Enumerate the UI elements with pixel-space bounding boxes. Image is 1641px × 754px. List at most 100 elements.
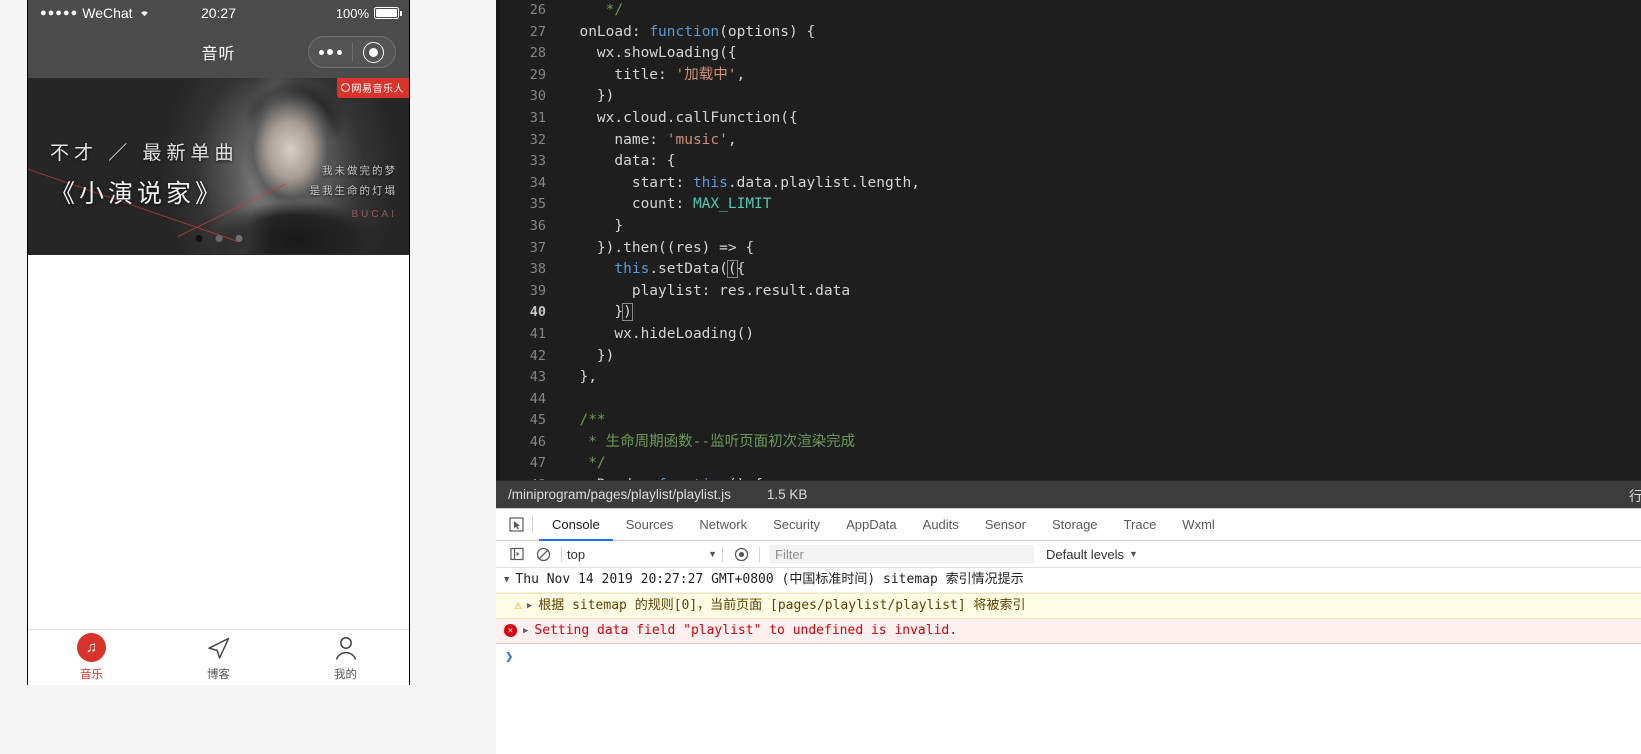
tab-console[interactable]: Console [539, 509, 613, 541]
carousel-dot-2[interactable] [215, 235, 222, 242]
code-line[interactable]: 41 wx.hideLoading() [496, 324, 1641, 346]
cursor-select-icon[interactable] [502, 509, 530, 540]
console-message-group[interactable]: ▼ Thu Nov 14 2019 20:27:27 GMT+0800 (中国标准… [496, 568, 1641, 593]
code-line[interactable]: 38 this.setData(({ [496, 259, 1641, 281]
app-window: ●●●●● WeChat 20:27 100% 音听 网易音乐人 不才 ／ 最新… [0, 0, 1641, 754]
wechat-capsule-button[interactable] [308, 36, 396, 68]
code-text[interactable]: /** [562, 410, 605, 432]
banner-lyric-line-1: 我未做完的梦 [322, 165, 397, 177]
code-line[interactable]: 45 /** [496, 410, 1641, 432]
console-messages-list[interactable]: ▼ Thu Nov 14 2019 20:27:27 GMT+0800 (中国标准… [496, 568, 1641, 644]
code-line[interactable]: 46 * 生命周期函数--监听页面初次渲染完成 [496, 432, 1641, 454]
code-text[interactable]: onLoad: function(options) { [562, 22, 815, 44]
code-text[interactable]: this.setData(({ [562, 259, 745, 281]
code-line[interactable]: 27 onLoad: function(options) { [496, 22, 1641, 44]
console-message-err[interactable]: ✕ ▶ Setting data field "playlist" to undef… [496, 619, 1641, 644]
code-line[interactable]: 28 wx.showLoading({ [496, 43, 1641, 65]
code-line[interactable]: 42 }) [496, 346, 1641, 368]
code-text[interactable]: }).then((res) => { [562, 238, 754, 260]
code-text[interactable]: }) [562, 302, 633, 324]
tab-trace[interactable]: Trace [1111, 509, 1170, 541]
code-text[interactable]: wx.cloud.callFunction({ [562, 108, 798, 130]
code-text[interactable]: data: { [562, 151, 675, 173]
more-dots-icon[interactable] [309, 49, 352, 55]
console-output[interactable]: ▼ Thu Nov 14 2019 20:27:27 GMT+0800 (中国标准… [496, 568, 1641, 754]
tab-wxml[interactable]: Wxml [1169, 509, 1228, 541]
devtools-tabs-list[interactable]: Console Sources Network Security AppData Audi… [539, 509, 1228, 541]
console-filter-input[interactable] [769, 544, 1034, 564]
console-message-warn[interactable]: ⚠ ▶ 根据 sitemap 的规则[0]，当前页面 [pages/playlist… [496, 593, 1641, 619]
code-line[interactable]: 43 }, [496, 367, 1641, 389]
code-line[interactable]: 31 wx.cloud.callFunction({ [496, 108, 1641, 130]
code-line[interactable]: 26 */ [496, 0, 1641, 22]
carousel-dot-3[interactable] [235, 235, 242, 242]
code-line[interactable]: 47 */ [496, 453, 1641, 475]
code-text[interactable]: name: 'music', [562, 130, 736, 152]
tab-security[interactable]: Security [760, 509, 833, 541]
code-line[interactable]: 29 title: '加载中', [496, 65, 1641, 87]
tab-item-music[interactable]: ♫ 音乐 [28, 630, 155, 685]
console-sidebar-icon[interactable] [504, 543, 530, 565]
code-text[interactable]: } [562, 216, 623, 238]
ide-panel: 26 */27 onLoad: function(options) {28 wx… [496, 0, 1641, 754]
carousel-dot-1[interactable] [195, 235, 202, 242]
tab-item-blog[interactable]: 博客 [155, 630, 282, 685]
code-token: } [562, 217, 624, 234]
tab-sensor[interactable]: Sensor [972, 509, 1039, 541]
tab-sources[interactable]: Sources [613, 509, 687, 541]
code-line[interactable]: 33 data: { [496, 151, 1641, 173]
devtools-tab-bar[interactable]: Console Sources Network Security AppData Audi… [496, 509, 1641, 541]
code-token: '加载中' [675, 66, 737, 83]
code-line[interactable]: 30 }) [496, 86, 1641, 108]
code-text[interactable]: */ [562, 453, 605, 475]
console-levels-select[interactable]: Default levels ▼ [1046, 547, 1138, 562]
code-line[interactable]: 40 }) [496, 302, 1641, 324]
code-line[interactable]: 36 } [496, 216, 1641, 238]
tab-label: Sources [625, 516, 674, 532]
tab-audits[interactable]: Audits [910, 509, 972, 541]
code-text[interactable]: start: this.data.playlist.length, [562, 173, 920, 195]
banner-badge-label: 网易音乐人 [351, 84, 404, 95]
eye-icon[interactable] [728, 543, 754, 565]
no-entry-icon[interactable] [530, 543, 556, 565]
code-token: } [562, 304, 624, 321]
code-editor[interactable]: 26 */27 onLoad: function(options) {28 wx… [496, 0, 1641, 480]
banner-decor-line [177, 183, 287, 237]
tab-appdata[interactable]: AppData [833, 509, 910, 541]
code-text[interactable]: }) [562, 86, 614, 108]
tab-network[interactable]: Network [686, 509, 760, 541]
code-line[interactable]: 34 start: this.data.playlist.length, [496, 173, 1641, 195]
tab-item-profile[interactable]: 我的 [282, 630, 409, 685]
code-text[interactable]: }, [562, 367, 596, 389]
code-line[interactable]: 32 name: 'music', [496, 130, 1641, 152]
code-lines-container[interactable]: 26 */27 onLoad: function(options) {28 wx… [496, 0, 1641, 480]
code-text[interactable]: * 生命周期函数--监听页面初次渲染完成 [562, 432, 855, 454]
code-text[interactable]: count: MAX_LIMIT [562, 194, 772, 216]
disclosure-triangle-icon[interactable]: ▶ [527, 597, 532, 615]
code-text[interactable]: wx.hideLoading() [562, 324, 754, 346]
code-text[interactable]: title: '加载中', [562, 65, 745, 87]
target-circle-icon[interactable] [353, 41, 396, 63]
code-text[interactable]: wx.showLoading({ [562, 43, 737, 65]
console-toolbar[interactable]: top ▼ Default levels ▼ [496, 541, 1641, 568]
line-number: 28 [529, 45, 546, 62]
code-line[interactable]: 39 playlist: res.result.data [496, 281, 1641, 303]
console-prompt[interactable]: ❯ [496, 644, 1641, 665]
code-line[interactable]: 44 [496, 389, 1641, 411]
code-text[interactable]: playlist: res.result.data [562, 281, 850, 303]
phone-tab-bar: ♫ 音乐 博客 我的 [28, 629, 409, 685]
code-text[interactable]: }) [562, 346, 614, 368]
promo-banner[interactable]: 网易音乐人 不才 ／ 最新单曲 《小演说家》 我未做完的梦 是我生命的灯塌 BU… [28, 78, 409, 254]
tab-storage[interactable]: Storage [1039, 509, 1111, 541]
code-line[interactable]: 37 }).then((res) => { [496, 238, 1641, 260]
chevron-down-icon: ▼ [1129, 549, 1138, 559]
line-number: 39 [529, 282, 546, 299]
code-text[interactable]: */ [562, 0, 623, 22]
disclosure-triangle-icon[interactable]: ▼ [504, 571, 509, 589]
simulator-panel: ●●●●● WeChat 20:27 100% 音听 网易音乐人 不才 ／ 最新… [0, 0, 496, 754]
code-line[interactable]: 35 count: MAX_LIMIT [496, 194, 1641, 216]
carousel-dots[interactable] [195, 235, 242, 242]
disclosure-triangle-icon[interactable]: ▶ [523, 622, 528, 640]
banner-photo-face [233, 86, 352, 254]
console-context-select[interactable]: top ▼ [567, 547, 717, 562]
